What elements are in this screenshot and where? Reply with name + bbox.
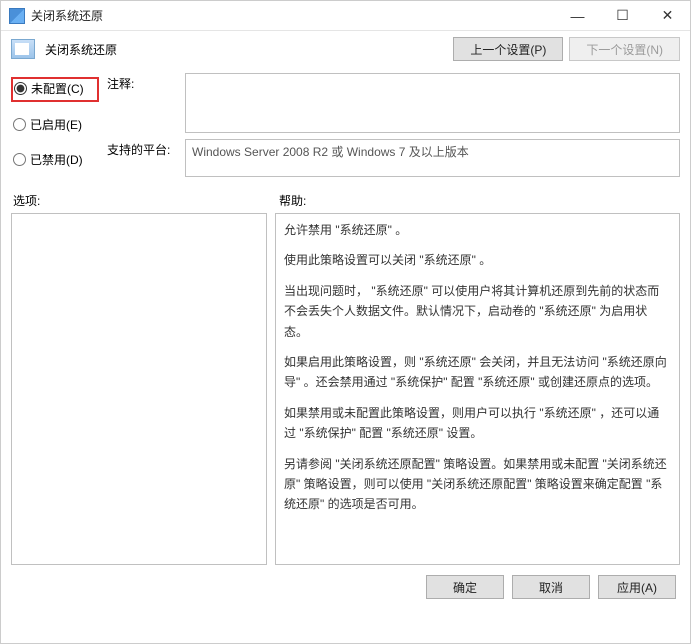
options-pane[interactable]	[11, 213, 267, 565]
help-paragraph: 允许禁用 "系统还原" 。	[284, 220, 671, 240]
help-label: 帮助:	[279, 192, 306, 209]
radio-disabled-label: 已禁用(D)	[30, 151, 83, 168]
radio-disabled-input[interactable]	[13, 153, 26, 166]
help-pane[interactable]: 允许禁用 "系统还原" 。 使用此策略设置可以关闭 "系统还原" 。 当出现问题…	[275, 213, 680, 565]
radio-enabled[interactable]: 已启用(E)	[11, 114, 99, 137]
pane-labels: 选项: 帮助:	[1, 184, 690, 213]
help-paragraph: 当出现问题时， "系统还原" 可以使用户将其计算机还原到先前的状态而不会丢失个人…	[284, 281, 671, 342]
platform-label: 支持的平台:	[107, 139, 177, 177]
fields: 注释: 支持的平台: Windows Server 2008 R2 或 Wind…	[107, 73, 680, 184]
close-button[interactable]: ✕	[645, 1, 690, 30]
help-paragraph: 如果禁用或未配置此策略设置，则用户可以执行 "系统还原" ，还可以通过 "系统保…	[284, 403, 671, 444]
help-paragraph: 另请参阅 "关闭系统还原配置" 策略设置。如果禁用或未配置 "关闭系统还原" 策…	[284, 454, 671, 515]
ok-button[interactable]: 确定	[426, 575, 504, 599]
options-label: 选项:	[13, 192, 271, 209]
radio-not-configured[interactable]: 未配置(C)	[11, 77, 99, 102]
maximize-button[interactable]: ☐	[600, 1, 645, 30]
next-setting-button: 下一个设置(N)	[569, 37, 680, 61]
radio-not-configured-input[interactable]	[14, 82, 27, 95]
window-controls: — ☐ ✕	[555, 1, 690, 30]
state-radio-group: 未配置(C) 已启用(E) 已禁用(D)	[11, 73, 99, 184]
comment-label: 注释:	[107, 73, 177, 133]
window-title: 关闭系统还原	[31, 7, 555, 24]
radio-not-configured-label: 未配置(C)	[31, 80, 84, 97]
policy-title: 关闭系统还原	[45, 41, 117, 58]
policy-icon	[11, 39, 35, 59]
help-paragraph: 如果启用此策略设置，则 "系统还原" 会关闭，并且无法访问 "系统还原向导" 。…	[284, 352, 671, 393]
dialog-footer: 确定 取消 应用(A)	[1, 565, 690, 609]
titlebar: 关闭系统还原 — ☐ ✕	[1, 1, 690, 31]
platform-box: Windows Server 2008 R2 或 Windows 7 及以上版本	[185, 139, 680, 177]
radio-disabled[interactable]: 已禁用(D)	[11, 149, 99, 172]
apply-button[interactable]: 应用(A)	[598, 575, 676, 599]
header: 关闭系统还原 上一个设置(P) 下一个设置(N)	[1, 31, 690, 67]
platform-value: Windows Server 2008 R2 或 Windows 7 及以上版本	[192, 145, 469, 159]
cancel-button[interactable]: 取消	[512, 575, 590, 599]
radio-enabled-input[interactable]	[13, 118, 26, 131]
minimize-button[interactable]: —	[555, 1, 600, 30]
app-icon	[9, 8, 25, 24]
previous-setting-button[interactable]: 上一个设置(P)	[453, 37, 563, 61]
main-config: 未配置(C) 已启用(E) 已禁用(D) 注释: 支持的平台: Windows …	[1, 67, 690, 184]
comment-textarea[interactable]	[185, 73, 680, 133]
help-paragraph: 使用此策略设置可以关闭 "系统还原" 。	[284, 250, 671, 270]
panes: 允许禁用 "系统还原" 。 使用此策略设置可以关闭 "系统还原" 。 当出现问题…	[1, 213, 690, 565]
radio-enabled-label: 已启用(E)	[30, 116, 82, 133]
